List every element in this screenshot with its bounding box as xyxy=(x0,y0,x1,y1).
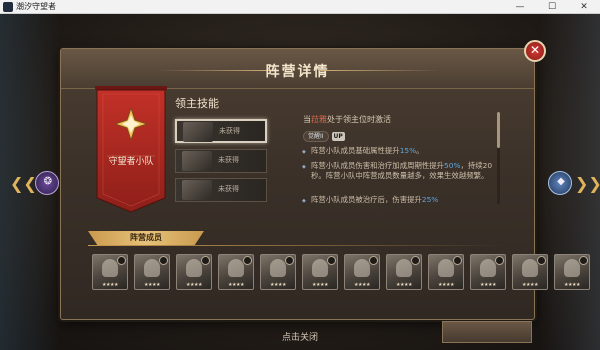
leader-slot-status: 未获得 xyxy=(219,127,240,135)
leader-slot-status: 未获得 xyxy=(218,156,239,164)
leader-skill-title: 领主技能 xyxy=(175,97,219,110)
skill-activation-condition: 当菈雅处于领主位时激活 xyxy=(303,115,391,124)
class-badge-icon xyxy=(285,256,294,265)
leader-name-highlight: 菈雅 xyxy=(311,115,327,124)
class-badge-icon xyxy=(411,256,420,265)
class-badge-icon xyxy=(117,256,126,265)
star-rating: ★★★★ xyxy=(228,282,244,288)
star-rating: ★★★★ xyxy=(354,282,370,288)
faction-orb-icon: ❂ xyxy=(35,171,59,195)
hero-silhouette-icon xyxy=(186,259,202,277)
star-rating: ★★★★ xyxy=(564,282,580,288)
hero-silhouette-icon xyxy=(522,259,538,277)
hero-silhouette-icon xyxy=(480,259,496,277)
star-rating: ★★★★ xyxy=(144,282,160,288)
class-badge-icon xyxy=(495,256,504,265)
class-badge-icon xyxy=(537,256,546,265)
leader-slot-1[interactable]: 未获得 xyxy=(175,119,267,143)
hero-silhouette-icon xyxy=(564,259,580,277)
minimize-button[interactable]: — xyxy=(504,0,536,14)
maximize-button[interactable]: ☐ xyxy=(536,0,568,14)
class-badge-icon xyxy=(453,256,462,265)
panel-header: 阵营详情 xyxy=(61,49,534,89)
member-portrait[interactable]: ★★★★ xyxy=(260,254,296,290)
faction-orb-icon: ◆ xyxy=(548,171,572,195)
faction-name: 守望者小队 xyxy=(108,157,154,167)
leader-portrait xyxy=(182,180,212,200)
member-portrait[interactable]: ★★★★ xyxy=(302,254,338,290)
window-title: 潮汐守望者 xyxy=(16,2,56,11)
star-rating: ★★★★ xyxy=(186,282,202,288)
member-portrait[interactable]: ★★★★ xyxy=(92,254,128,290)
hero-silhouette-icon xyxy=(312,259,328,277)
member-portrait[interactable]: ★★★★ xyxy=(386,254,422,290)
member-portrait[interactable]: ★★★★ xyxy=(428,254,464,290)
chevron-left-icon: ❮❮ xyxy=(10,174,37,193)
detail-scrollbar[interactable] xyxy=(497,112,500,204)
skill-effect-3: 阵营小队成员被治疗后，伤害提升25% xyxy=(302,195,501,206)
star-rating: ★★★★ xyxy=(396,282,412,288)
awaken-level-chip: 觉醒II xyxy=(303,131,329,142)
scrollbar-thumb[interactable] xyxy=(497,112,500,148)
faction-emblem-icon xyxy=(115,108,147,140)
title-ornament-right xyxy=(319,70,439,71)
members-divider xyxy=(88,245,508,246)
hero-silhouette-icon xyxy=(354,259,370,277)
class-badge-icon xyxy=(579,256,588,265)
class-badge-icon xyxy=(369,256,378,265)
upgrade-badge: UP xyxy=(331,132,345,141)
star-rating: ★★★★ xyxy=(102,282,118,288)
class-badge-icon xyxy=(201,256,210,265)
member-portrait[interactable]: ★★★★ xyxy=(344,254,380,290)
faction-banner xyxy=(93,86,169,214)
awaken-badge: 觉醒II UP xyxy=(303,131,345,142)
hero-silhouette-icon xyxy=(396,259,412,277)
leader-slot-2[interactable]: 未获得 xyxy=(175,149,267,173)
member-portrait[interactable]: ★★★★ xyxy=(218,254,254,290)
star-rating: ★★★★ xyxy=(438,282,454,288)
member-portrait[interactable]: ★★★★ xyxy=(554,254,590,290)
class-badge-icon xyxy=(159,256,168,265)
hero-silhouette-icon xyxy=(144,259,160,277)
member-portrait[interactable]: ★★★★ xyxy=(512,254,548,290)
star-rating: ★★★★ xyxy=(522,282,538,288)
leader-slot-status: 未获得 xyxy=(218,185,239,193)
class-badge-icon xyxy=(243,256,252,265)
hero-silhouette-icon xyxy=(228,259,244,277)
panel-title: 阵营详情 xyxy=(265,64,330,80)
leader-slot-3[interactable]: 未获得 xyxy=(175,178,267,202)
app-icon xyxy=(3,2,13,12)
members-label: 阵营成员 xyxy=(130,233,162,242)
banner-flag-icon xyxy=(95,86,167,213)
skill-effect-2: 阵营小队成员伤害和治疗加成周期性提升50%，持续20秒。阵营小队中阵营成员数量越… xyxy=(302,161,501,181)
skill-detail-panel[interactable]: 当菈雅处于领主位时激活 觉醒II UP 阵营小队成员基础属性提升15%。 阵营小… xyxy=(297,109,503,207)
leader-portrait xyxy=(183,122,213,142)
star-rating: ★★★★ xyxy=(312,282,328,288)
hero-silhouette-icon xyxy=(438,259,454,277)
window-close-button[interactable]: ✕ xyxy=(568,0,600,14)
window-titlebar: 潮汐守望者 — ☐ ✕ xyxy=(0,0,600,14)
prev-faction-button[interactable]: ❮❮ ❂ xyxy=(10,169,60,199)
chevron-right-icon: ❯❯ xyxy=(575,174,600,193)
member-portrait[interactable]: ★★★★ xyxy=(176,254,212,290)
class-badge-icon xyxy=(327,256,336,265)
member-portrait[interactable]: ★★★★ xyxy=(470,254,506,290)
star-rating: ★★★★ xyxy=(480,282,496,288)
hero-silhouette-icon xyxy=(102,259,118,277)
star-rating: ★★★★ xyxy=(270,282,286,288)
panel-close-button[interactable]: ✕ xyxy=(524,40,546,62)
skill-effect-1: 阵营小队成员基础属性提升15%。 xyxy=(302,146,501,157)
tap-to-close-hint[interactable]: 点击关闭 xyxy=(0,330,600,343)
hero-silhouette-icon xyxy=(270,259,286,277)
leader-portrait xyxy=(182,151,212,171)
next-faction-button[interactable]: ◆ ❯❯ xyxy=(548,169,600,199)
member-portrait[interactable]: ★★★★ xyxy=(134,254,170,290)
